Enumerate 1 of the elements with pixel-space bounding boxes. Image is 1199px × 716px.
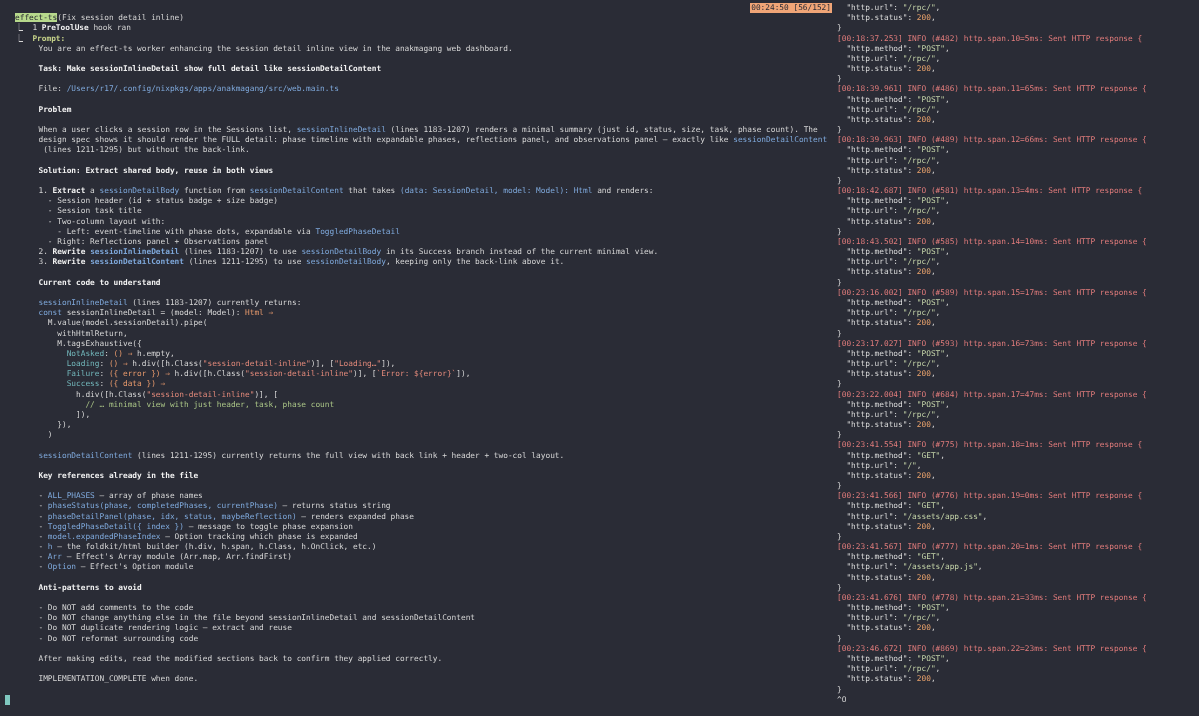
text-cursor [5,694,10,705]
